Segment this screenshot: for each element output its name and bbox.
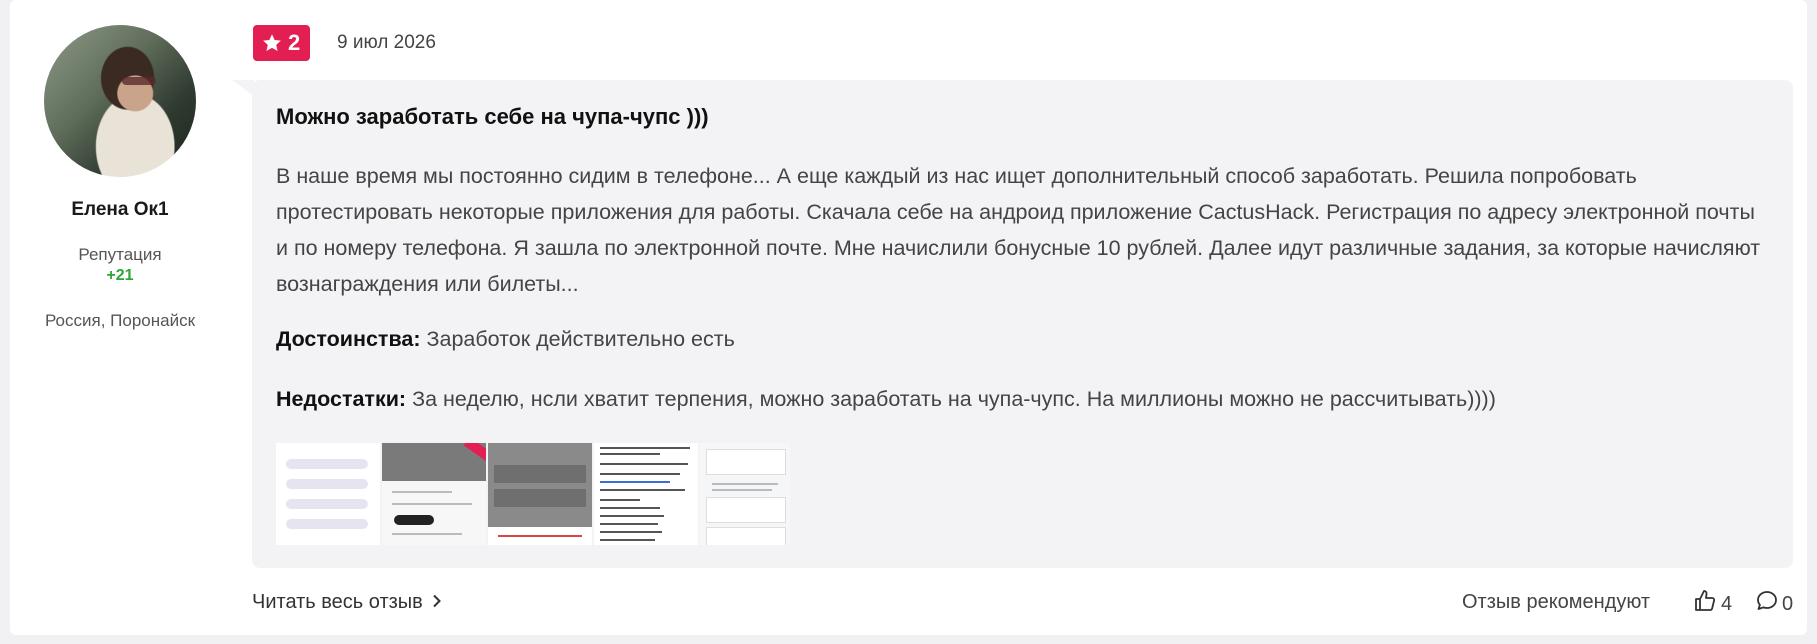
cons-text: За неделю, нсли хватит терпения, можно з… bbox=[412, 387, 1496, 411]
author-location: Россия, Поронайск bbox=[44, 311, 196, 330]
reputation-label: Репутация bbox=[78, 245, 162, 264]
recommend-label: Отзыв рекомендуют bbox=[1462, 591, 1651, 613]
reputation-value: +21 bbox=[106, 267, 134, 284]
read-more-label: Читать весь отзыв bbox=[252, 591, 423, 613]
photo-thumbnail-5[interactable] bbox=[700, 443, 790, 545]
photo-thumbnails bbox=[276, 443, 790, 545]
review-title[interactable]: Можно заработать себе на чупа-чупс ))) bbox=[276, 104, 709, 130]
rating-value: 2 bbox=[288, 30, 301, 55]
review-cons: Недостатки: За неделю, нсли хватит терпе… bbox=[276, 387, 1496, 412]
review-bubble: Можно заработать себе на чупа-чупс ))) В… bbox=[252, 80, 1793, 568]
like-button[interactable]: 4 bbox=[1693, 589, 1732, 619]
photo-thumbnail-1[interactable] bbox=[276, 443, 380, 545]
photo-thumbnail-3[interactable] bbox=[488, 443, 592, 545]
author-block: Елена Ок1 Репутация +21 Россия, Поронайс… bbox=[30, 25, 210, 331]
chevron-right-icon bbox=[431, 591, 443, 614]
review-pros: Достоинства: Заработок действительно ест… bbox=[276, 327, 735, 352]
pros-text: Заработок действительно есть bbox=[426, 327, 735, 351]
review-card: Елена Ок1 Репутация +21 Россия, Поронайс… bbox=[10, 0, 1807, 635]
rating-badge: 2 bbox=[253, 25, 311, 61]
photo-thumbnail-4[interactable] bbox=[594, 443, 698, 545]
photo-thumbnail-2[interactable] bbox=[382, 443, 486, 545]
comments-button[interactable]: 0 bbox=[1755, 589, 1793, 619]
likes-count: 4 bbox=[1721, 592, 1733, 615]
review-body: В наше время мы постоянно сидим в телефо… bbox=[276, 164, 1761, 296]
pros-label: Достоинства: bbox=[276, 327, 421, 351]
cons-label: Недостатки: bbox=[276, 387, 407, 411]
bubble-tail bbox=[232, 80, 254, 96]
comment-icon bbox=[1755, 589, 1779, 619]
avatar[interactable] bbox=[44, 25, 196, 177]
author-name[interactable]: Елена Ок1 bbox=[30, 199, 210, 221]
star-icon bbox=[261, 32, 283, 54]
comments-count: 0 bbox=[1782, 592, 1794, 615]
review-date: 9 июл 2026 bbox=[337, 32, 436, 53]
read-full-review-link[interactable]: Читать весь отзыв bbox=[252, 591, 443, 614]
thumbs-up-icon bbox=[1693, 589, 1717, 619]
